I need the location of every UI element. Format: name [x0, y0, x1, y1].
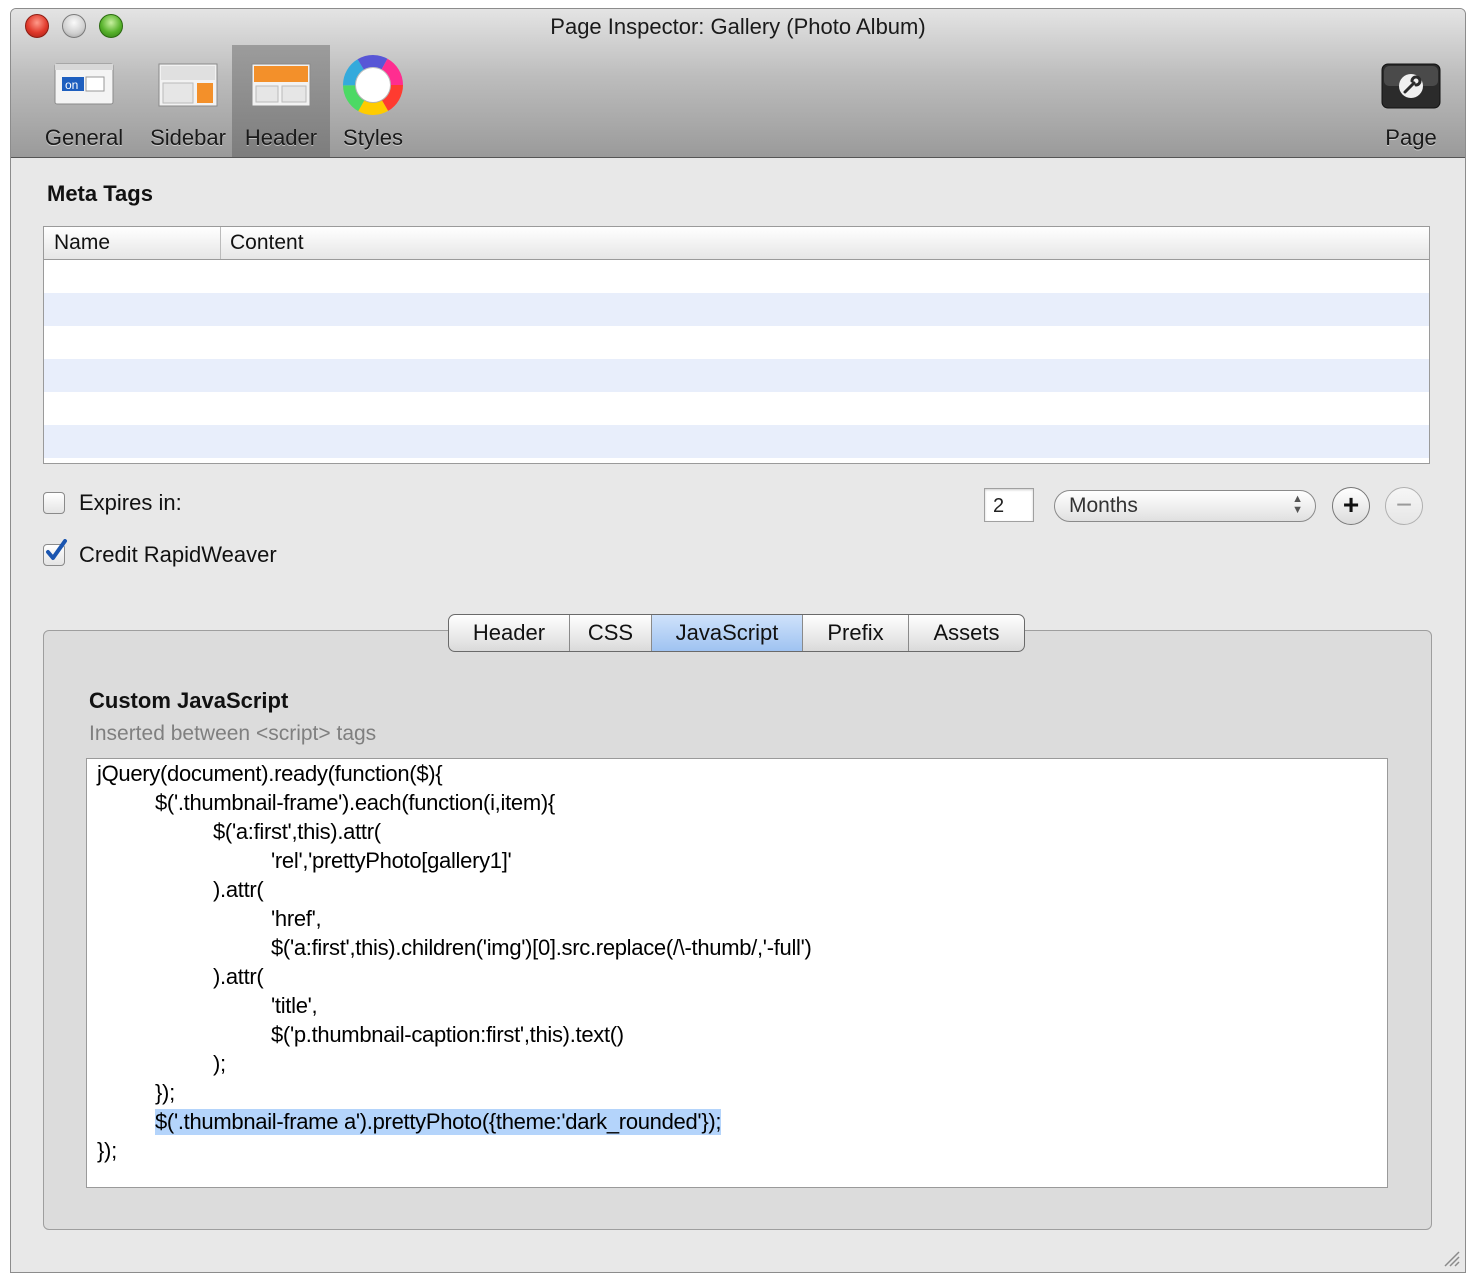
svg-text:on: on [65, 78, 78, 92]
code-line: $('p.thumbnail-caption:first',this).text… [271, 1022, 624, 1047]
meta-tags-title: Meta Tags [47, 181, 153, 206]
expires-value-field[interactable]: 2 [984, 488, 1034, 522]
meta-tags-header: Name Content [44, 227, 1429, 260]
code-tabs: Header CSS JavaScript Prefix Assets [448, 614, 1025, 652]
code-line: $('.thumbnail-frame').each(function(i,it… [155, 790, 555, 815]
table-row[interactable] [44, 260, 1429, 293]
tab-header[interactable]: Header [449, 615, 570, 651]
window-title: Page Inspector: Gallery (Photo Album) [550, 14, 926, 39]
general-icon: on [53, 61, 115, 109]
column-header-name[interactable]: Name [54, 231, 110, 255]
tab-javascript[interactable]: JavaScript [652, 615, 803, 651]
checkmark-icon [46, 539, 67, 560]
toolbar-sidebar-button[interactable]: Sidebar [133, 45, 243, 157]
tab-assets[interactable]: Assets [909, 615, 1024, 651]
expires-checkbox[interactable] [43, 492, 65, 514]
popup-arrows-icon: ▲ ▼ [1292, 493, 1303, 516]
code-line: 'href', [271, 906, 322, 931]
toolbar-styles-button[interactable]: Styles [332, 45, 414, 157]
toolbar-header-label: Header [244, 125, 318, 150]
custom-javascript-title: Custom JavaScript [89, 688, 289, 713]
toolbar-sidebar-label: Sidebar [150, 125, 226, 150]
header-icon [250, 61, 312, 109]
column-divider [220, 227, 221, 259]
code-line: $('a:first',this).attr( [213, 819, 381, 844]
toolbar-general-label: General [44, 125, 124, 150]
code-line: ).attr( [213, 964, 264, 989]
code-line: }); [97, 1138, 117, 1163]
code-line: ); [213, 1051, 226, 1076]
add-button[interactable]: + [1332, 487, 1370, 525]
remove-button[interactable]: − [1385, 487, 1423, 525]
color-wheel-icon [343, 55, 403, 115]
toolbar-header-button[interactable]: Header [232, 45, 330, 157]
code-line: }); [155, 1080, 175, 1105]
inspector-window: Page Inspector: Gallery (Photo Album) on… [10, 8, 1466, 1273]
tab-css[interactable]: CSS [570, 615, 652, 651]
title-toolbar: Page Inspector: Gallery (Photo Album) on… [11, 9, 1465, 158]
column-header-content[interactable]: Content [230, 231, 304, 255]
expires-unit-value: Months [1069, 494, 1138, 517]
table-row[interactable] [44, 359, 1429, 392]
credit-checkbox[interactable] [43, 539, 67, 566]
tab-prefix[interactable]: Prefix [803, 615, 909, 651]
table-row[interactable] [44, 425, 1429, 458]
toolbar-page-button[interactable]: Page [1366, 45, 1456, 157]
expires-label: Expires in: [79, 490, 182, 515]
javascript-editor[interactable]: jQuery(document).ready(function($){ $('.… [86, 758, 1388, 1188]
table-row[interactable] [44, 293, 1429, 326]
sidebar-icon [157, 61, 219, 109]
expires-unit-popup[interactable]: Months ▲ ▼ [1054, 490, 1316, 522]
credit-label: Credit RapidWeaver [79, 542, 277, 567]
toolbar-styles-label: Styles [343, 125, 403, 150]
code-line: jQuery(document).ready(function($){ [97, 761, 443, 786]
inspector-content: Meta Tags Name Content Expires in: 2 Mon… [11, 158, 1465, 1272]
custom-javascript-subtitle: Inserted between <script> tags [89, 722, 377, 745]
code-line: $('a:first',this).children('img')[0].src… [271, 935, 812, 960]
toolbar-general-button[interactable]: on General [29, 45, 139, 157]
code-line: 'title', [271, 993, 318, 1018]
meta-tags-table[interactable]: Name Content [43, 226, 1430, 464]
code-line-selected: $('.thumbnail-frame a').prettyPhoto({the… [155, 1109, 722, 1135]
code-line: 'rel','prettyPhoto[gallery1]' [271, 848, 512, 873]
toolbar-page-label: Page [1385, 125, 1437, 150]
table-row[interactable] [44, 392, 1429, 425]
wrench-icon [1381, 63, 1441, 109]
resize-grip-icon[interactable] [1439, 1246, 1461, 1268]
table-row[interactable] [44, 326, 1429, 359]
code-line: ).attr( [213, 877, 264, 902]
